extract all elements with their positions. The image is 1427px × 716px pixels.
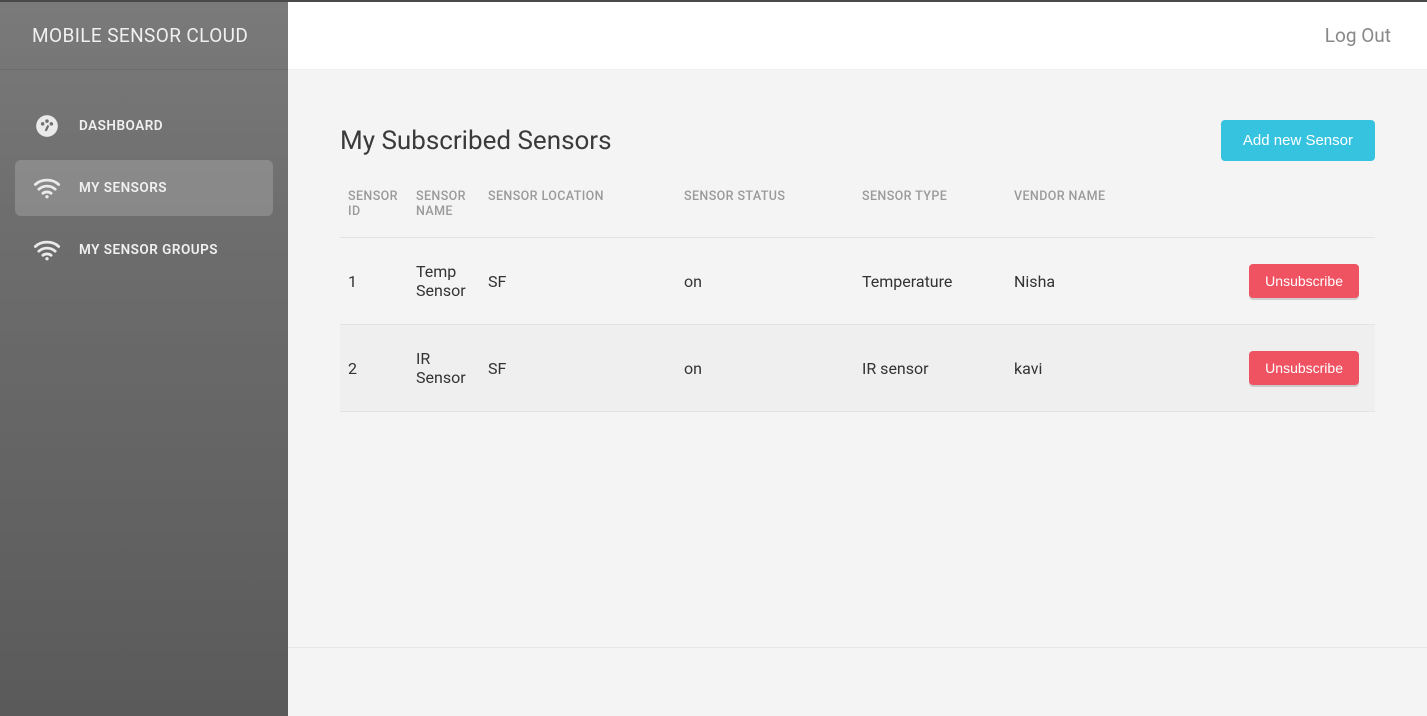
sensors-table: SENSOR ID SENSOR NAME SENSOR LOCATION SE… [340,179,1375,412]
cell-location: SF [480,238,676,325]
cell-vendor: Nisha [1006,238,1226,325]
dashboard-icon [33,112,61,140]
col-header-action [1226,179,1375,238]
app-root: MOBILE SENSOR CLOUD DASHBOARD MY SENSORS… [0,0,1427,716]
col-header-location: SENSOR LOCATION [480,179,676,238]
topbar: Log Out [288,2,1427,70]
table-head: SENSOR ID SENSOR NAME SENSOR LOCATION SE… [340,179,1375,238]
logout-link[interactable]: Log Out [1325,24,1391,47]
main: Log Out My Subscribed Sensors Add new Se… [288,2,1427,716]
col-header-id: SENSOR ID [340,179,408,238]
brand-title: MOBILE SENSOR CLOUD [0,2,288,70]
sidebar: MOBILE SENSOR CLOUD DASHBOARD MY SENSORS… [0,2,288,716]
footer-separator [288,647,1427,648]
cell-name: Temp Sensor [408,238,480,325]
sidebar-item-label: DASHBOARD [79,118,163,134]
table-row: 1 Temp Sensor SF on Temperature Nisha Un… [340,238,1375,325]
cell-location: SF [480,325,676,412]
sidebar-nav: DASHBOARD MY SENSORS MY SENSOR GROUPS [0,70,288,284]
wifi-icon [33,236,61,264]
col-header-status: SENSOR STATUS [676,179,854,238]
content: My Subscribed Sensors Add new Sensor SEN… [288,70,1427,716]
cell-id: 2 [340,325,408,412]
unsubscribe-button[interactable]: Unsubscribe [1249,264,1359,298]
cell-type: Temperature [854,238,1006,325]
unsubscribe-button[interactable]: Unsubscribe [1249,351,1359,385]
cell-id: 1 [340,238,408,325]
col-header-vendor: VENDOR NAME [1006,179,1226,238]
wifi-icon [33,174,61,202]
sidebar-item-my-sensor-groups[interactable]: MY SENSOR GROUPS [15,222,273,278]
table-row: 2 IR Sensor SF on IR sensor kavi Unsubsc… [340,325,1375,412]
cell-action: Unsubscribe [1226,325,1375,412]
cell-type: IR sensor [854,325,1006,412]
cell-status: on [676,238,854,325]
sidebar-item-label: MY SENSOR GROUPS [79,242,218,258]
sidebar-item-dashboard[interactable]: DASHBOARD [15,98,273,154]
cell-vendor: kavi [1006,325,1226,412]
sidebar-item-label: MY SENSORS [79,180,167,196]
sidebar-item-my-sensors[interactable]: MY SENSORS [15,160,273,216]
table-body: 1 Temp Sensor SF on Temperature Nisha Un… [340,238,1375,412]
cell-name: IR Sensor [408,325,480,412]
cell-status: on [676,325,854,412]
add-new-sensor-button[interactable]: Add new Sensor [1221,120,1375,161]
col-header-type: SENSOR TYPE [854,179,1006,238]
page-title: My Subscribed Sensors [340,126,612,156]
col-header-name: SENSOR NAME [408,179,480,238]
cell-action: Unsubscribe [1226,238,1375,325]
page-header: My Subscribed Sensors Add new Sensor [340,120,1375,161]
